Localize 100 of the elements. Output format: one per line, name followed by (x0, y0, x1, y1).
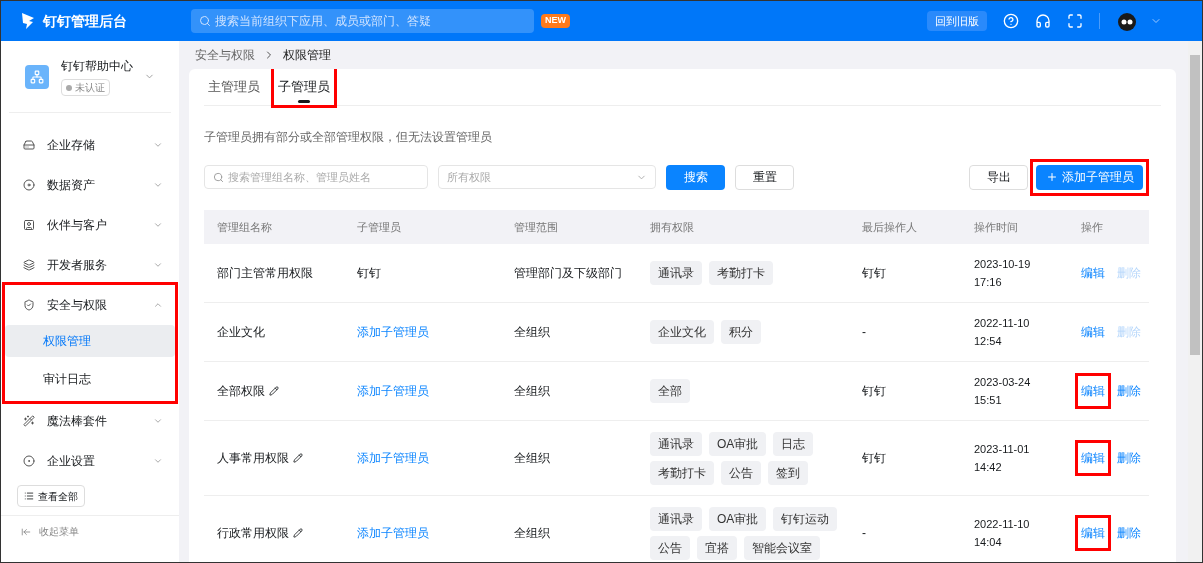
verification-badge: 未认证 (61, 79, 110, 96)
permission-tag: 智能会议室 (744, 535, 820, 560)
table-cell: - (862, 325, 866, 339)
table-cell: 钉钉 (862, 384, 886, 398)
caret-icon (153, 220, 163, 230)
edit-link[interactable]: 编辑 (1081, 451, 1105, 465)
caret-icon (153, 260, 163, 270)
permission-select[interactable]: 所有权限 (438, 165, 656, 189)
table-cell-text: 人事常用权限 (217, 450, 289, 467)
add-admin-link[interactable]: 添加子管理员 (357, 451, 429, 465)
view-all-button[interactable]: 查看全部 (17, 485, 85, 507)
permission-tag: 日志 (773, 431, 814, 456)
column-header: 操作 (1081, 220, 1103, 233)
breadcrumb-item: 权限管理 (283, 47, 331, 64)
org-name: 钉钉帮助中心 (61, 58, 134, 75)
pencil-icon[interactable] (293, 528, 303, 538)
help-icon[interactable] (1003, 13, 1019, 29)
edit-link[interactable]: 编辑 (1081, 266, 1105, 280)
search-input[interactable]: 搜索当前组织下应用、成员或部门、答疑 (215, 12, 526, 30)
table-cell-text: 2022-11-10 (974, 517, 1031, 532)
menu-icon (23, 179, 35, 191)
table-cell: 全组织 (514, 325, 550, 339)
add-admin-link[interactable]: 添加子管理员 (357, 325, 429, 339)
permission-tag: 公告 (650, 535, 690, 560)
edit-link[interactable]: 编辑 (1081, 526, 1105, 540)
sidebar-item[interactable]: 开发者服务 (5, 245, 175, 285)
scrollbar[interactable] (1188, 41, 1202, 562)
column-header: 拥有权限 (650, 220, 694, 233)
sidebar-item[interactable]: 伙伴与客户 (5, 205, 175, 245)
sidebar-item[interactable]: 企业设置 (5, 441, 175, 481)
caret-icon (153, 180, 163, 190)
tab[interactable]: 子管理员 (274, 69, 334, 105)
headset-icon[interactable] (1035, 13, 1051, 29)
menu-icon (23, 139, 35, 151)
tab[interactable]: 主管理员 (204, 69, 264, 105)
permission-tag: 全部 (650, 379, 690, 403)
add-admin-link[interactable]: 添加子管理员 (357, 526, 429, 540)
menu-icon (23, 415, 35, 427)
table-cell: 管理部门及下级部门 (514, 266, 622, 280)
table-cell: 钉钉 (357, 266, 381, 280)
permission-tag: OA审批 (709, 506, 767, 531)
table-cell-text: 2022-11-10 (974, 316, 1031, 331)
edit-link[interactable]: 编辑 (1081, 325, 1105, 339)
delete-link[interactable]: 删除 (1117, 382, 1141, 400)
app-title: 钉钉管理后台 (43, 11, 128, 31)
pencil-icon[interactable] (269, 386, 279, 396)
search-field[interactable]: 搜索当前组织下应用、成员或部门、答疑 (191, 9, 534, 33)
sidebar-item[interactable]: 企业存储 (5, 125, 175, 165)
table-cell-text: 17:16 (974, 275, 1003, 290)
org-chart-icon (30, 69, 44, 84)
fullscreen-icon[interactable] (1067, 13, 1083, 29)
search-icon (213, 171, 224, 183)
caret-icon (153, 300, 163, 310)
table-cell: 钉钉 (862, 266, 886, 280)
collapse-icon (21, 526, 31, 537)
table-cell-text: 14:42 (974, 460, 1003, 475)
plus-icon (1045, 171, 1058, 183)
add-admin-button[interactable]: 添加子管理员 (1036, 164, 1143, 190)
collapse-menu-button[interactable]: 收起菜单 (1, 524, 179, 539)
column-header: 子管理员 (357, 220, 401, 233)
permission-tag: 签到 (768, 460, 808, 485)
reset-button[interactable]: 重置 (735, 164, 794, 190)
edit-link[interactable]: 编辑 (1081, 384, 1105, 398)
table-cell-text: 行政常用权限 (217, 525, 289, 542)
add-admin-link[interactable]: 添加子管理员 (357, 384, 429, 398)
table-cell-text: 企业文化 (217, 324, 265, 341)
sidebar-item[interactable]: 魔法棒套件 (5, 401, 175, 441)
menu-icon (23, 299, 35, 311)
column-header: 管理组名称 (217, 220, 272, 233)
list-icon (24, 491, 34, 501)
permission-tag: 考勤打卡 (650, 460, 714, 485)
permission-tag: 公告 (721, 460, 761, 485)
delete-link[interactable]: 删除 (1117, 524, 1141, 542)
table-cell-text: 2023-03-24 (974, 375, 1032, 390)
sidebar-item[interactable]: 数据资产 (5, 165, 175, 205)
permission-tag: 积分 (721, 320, 761, 344)
menu-icon (23, 259, 35, 271)
export-button[interactable]: 导出 (969, 164, 1028, 190)
permission-tag: 通讯录 (650, 431, 702, 456)
old-version-button[interactable]: 回到旧版 (927, 11, 987, 31)
status-dot-icon (66, 84, 72, 91)
search-button[interactable]: 搜索 (666, 164, 725, 190)
table-cell: - (862, 526, 866, 540)
pencil-icon[interactable] (293, 453, 303, 463)
search-input[interactable]: 搜索管理组名称、管理员姓名 (228, 168, 419, 186)
sidebar-subitem[interactable]: 权限管理 (5, 325, 175, 357)
caret-icon (153, 140, 163, 150)
search-field[interactable]: 搜索管理组名称、管理员姓名 (204, 165, 428, 189)
table-cell-text: 部门主管常用权限 (217, 265, 313, 282)
delete-link[interactable]: 删除 (1117, 449, 1141, 467)
permission-tag: 通讯录 (650, 261, 702, 285)
sidebar-item[interactable]: 安全与权限 (5, 285, 175, 325)
breadcrumb-item[interactable]: 安全与权限 (195, 46, 255, 64)
avatar-icon[interactable] (1116, 10, 1138, 32)
new-badge: NEW (541, 14, 570, 28)
sidebar-subitem[interactable]: 审计日志 (5, 363, 175, 395)
column-header: 最后操作人 (862, 220, 917, 233)
permission-tag: OA审批 (709, 431, 767, 456)
permission-tag: 宜搭 (697, 535, 737, 560)
table-cell: 钉钉 (862, 451, 886, 465)
